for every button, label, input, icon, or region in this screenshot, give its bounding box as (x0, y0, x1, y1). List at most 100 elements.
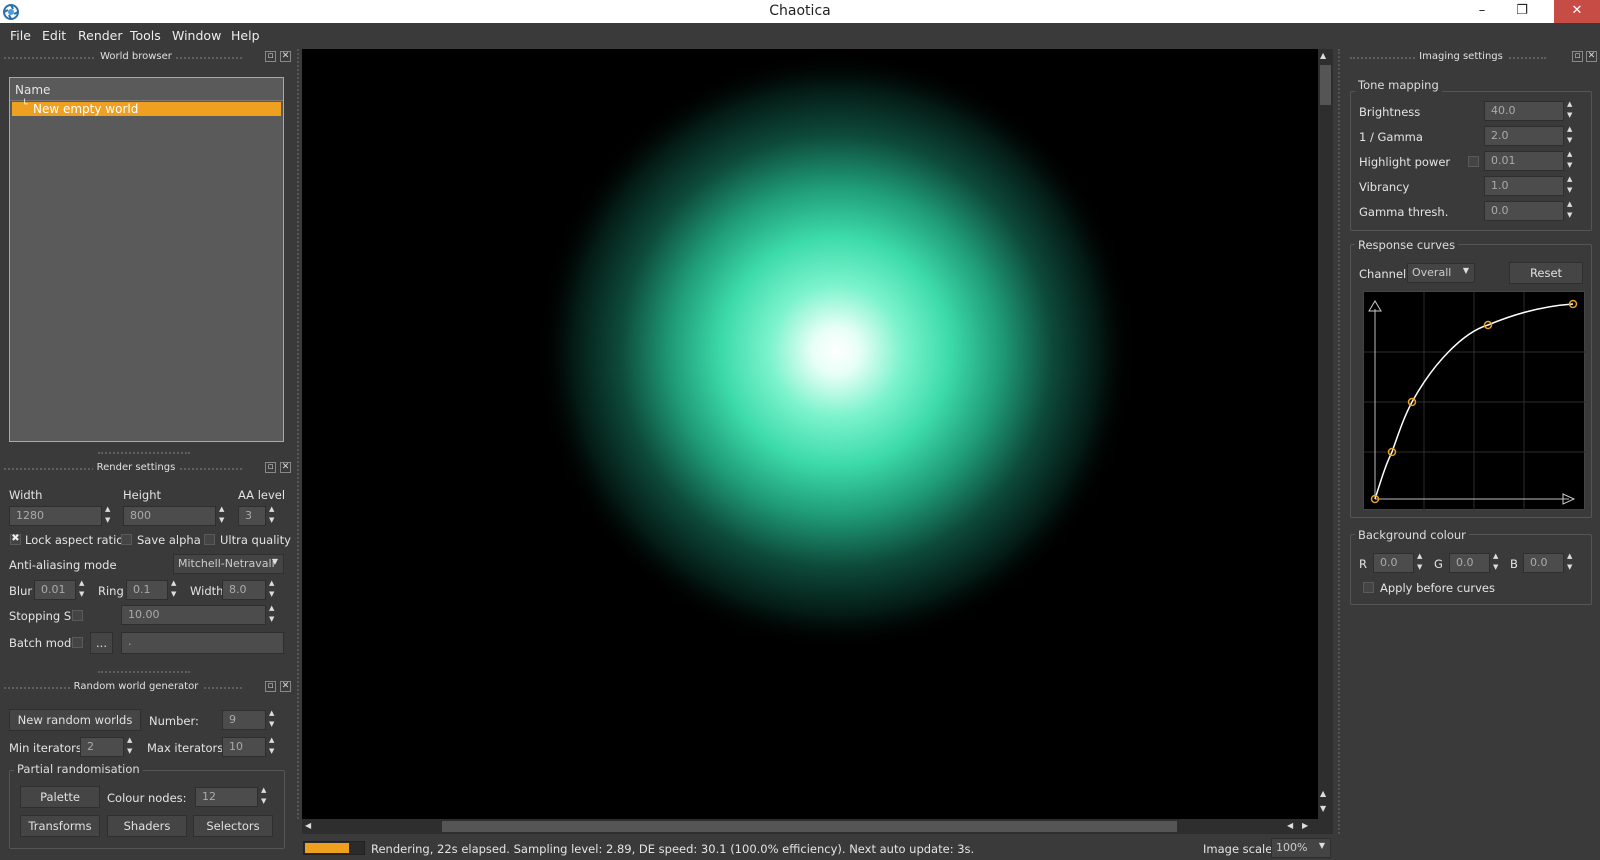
number-spinner[interactable] (268, 709, 280, 730)
highlight-power-checkbox[interactable] (1468, 156, 1479, 167)
close-panel-icon[interactable]: ✕ (280, 681, 291, 692)
width-spinner[interactable] (104, 505, 116, 526)
width-input[interactable]: 1280 (9, 506, 102, 526)
world-browser-tree[interactable]: Name └ New empty world (9, 77, 284, 442)
stopping-sl-input[interactable]: 10.00 (121, 605, 266, 625)
dock-splitter[interactable] (1338, 49, 1341, 834)
menu-edit[interactable]: Edit (42, 28, 66, 43)
gamma-input[interactable]: 2.0 (1484, 126, 1564, 146)
header-divider (10, 100, 283, 101)
aa-level-spinner[interactable] (268, 505, 280, 526)
filter-width-spinner[interactable] (268, 579, 280, 600)
splitter-handle[interactable] (98, 452, 190, 454)
blue-input[interactable]: 0.0 (1523, 553, 1564, 573)
height-input[interactable]: 800 (123, 506, 216, 526)
horizontal-scroll-thumb[interactable] (442, 821, 1177, 832)
tone-mapping-label: Tone mapping (1355, 78, 1442, 92)
close-panel-icon[interactable]: ✕ (280, 51, 291, 62)
scroll-right-icon[interactable]: ▶ (1302, 821, 1308, 830)
vertical-scrollbar[interactable]: ▲ ▲ ▼ (1318, 49, 1333, 819)
palette-button[interactable]: Palette (20, 786, 100, 808)
blue-spinner[interactable] (1566, 552, 1578, 573)
stopping-sl-checkbox[interactable] (72, 610, 83, 621)
transforms-button[interactable]: Transforms (20, 815, 100, 837)
splitter-handle[interactable] (98, 671, 190, 673)
menu-tools[interactable]: Tools (130, 28, 161, 43)
batch-mode-checkbox[interactable] (72, 637, 83, 648)
reset-curves-button[interactable]: Reset (1509, 262, 1583, 284)
brightness-spinner[interactable] (1566, 100, 1578, 121)
vibrancy-spinner[interactable] (1566, 175, 1578, 196)
height-spinner[interactable] (218, 505, 230, 526)
max-iterators-input[interactable]: 10 (222, 737, 266, 757)
green-spinner[interactable] (1492, 552, 1504, 573)
float-panel-icon[interactable]: ▫ (1572, 51, 1583, 62)
aa-mode-select[interactable]: Mitchell-Netravali ▼ (173, 554, 284, 574)
min-iterators-input[interactable]: 2 (80, 737, 124, 757)
gamma-threshold-spinner[interactable] (1566, 200, 1578, 221)
image-scale-select[interactable]: 100% ▼ (1271, 838, 1331, 858)
shaders-button[interactable]: Shaders (107, 815, 187, 837)
ring-spinner[interactable] (170, 579, 182, 600)
float-panel-icon[interactable]: ▫ (265, 462, 276, 473)
scroll-left-icon[interactable]: ◀ (1287, 821, 1293, 830)
response-curve-editor[interactable] (1363, 291, 1586, 511)
width-label: Width (9, 488, 43, 502)
number-input[interactable]: 9 (222, 710, 266, 730)
min-iterators-spinner[interactable] (126, 736, 138, 757)
batch-path-input[interactable]: . (121, 632, 284, 654)
highlight-power-spinner[interactable] (1566, 150, 1578, 171)
float-panel-icon[interactable]: ▫ (265, 681, 276, 692)
dock-splitter[interactable] (297, 49, 300, 819)
horizontal-scrollbar[interactable]: ◀ ◀ ▶ (302, 819, 1333, 834)
restore-button[interactable]: ❐ (1507, 0, 1537, 23)
list-item[interactable]: └ New empty world (12, 100, 281, 116)
vibrancy-input[interactable]: 1.0 (1484, 176, 1564, 196)
lock-aspect-checkbox[interactable]: ✖ (10, 534, 21, 545)
scroll-up-icon[interactable]: ▲ (1320, 51, 1326, 60)
blur-input[interactable]: 0.01 (34, 580, 76, 600)
colour-nodes-spinner[interactable] (260, 786, 272, 807)
colour-nodes-label: Colour nodes: (107, 791, 187, 805)
menu-file[interactable]: File (10, 28, 31, 43)
brightness-label: Brightness (1359, 105, 1421, 119)
close-panel-icon[interactable]: ✕ (1586, 51, 1597, 62)
number-label: Number: (149, 714, 199, 728)
max-iterators-spinner[interactable] (268, 736, 280, 757)
green-input[interactable]: 0.0 (1449, 553, 1490, 573)
colour-nodes-input[interactable]: 12 (195, 787, 258, 807)
lock-aspect-label: Lock aspect ratio (25, 533, 124, 547)
stopping-sl-spinner[interactable] (268, 604, 280, 625)
scroll-left-icon[interactable]: ◀ (305, 821, 311, 830)
channel-select[interactable]: Overall ▼ (1407, 263, 1475, 283)
gamma-threshold-input[interactable]: 0.0 (1484, 201, 1564, 221)
float-panel-icon[interactable]: ▫ (265, 51, 276, 62)
response-curve-graph (1364, 292, 1586, 511)
apply-before-curves-checkbox[interactable] (1363, 582, 1374, 593)
menu-render[interactable]: Render (78, 28, 123, 43)
save-alpha-checkbox[interactable] (121, 534, 132, 545)
ring-input[interactable]: 0.1 (126, 580, 168, 600)
close-window-button[interactable]: ✕ (1554, 0, 1600, 23)
red-input[interactable]: 0.0 (1373, 553, 1414, 573)
batch-browse-button[interactable]: ... (90, 632, 113, 654)
brightness-input[interactable]: 40.0 (1484, 101, 1564, 121)
render-viewport[interactable] (302, 49, 1318, 819)
scroll-down-icon[interactable]: ▼ (1320, 804, 1326, 813)
vertical-scroll-thumb[interactable] (1320, 65, 1331, 105)
aa-level-input[interactable]: 3 (238, 506, 266, 526)
selectors-button[interactable]: Selectors (193, 815, 273, 837)
gamma-spinner[interactable] (1566, 125, 1578, 146)
menu-window[interactable]: Window (172, 28, 221, 43)
blur-spinner[interactable] (78, 579, 90, 600)
red-spinner[interactable] (1416, 552, 1428, 573)
minimize-button[interactable]: – (1467, 0, 1497, 23)
highlight-power-input[interactable]: 0.01 (1484, 151, 1564, 171)
world-browser-title: World browser (0, 49, 272, 65)
scroll-up-icon[interactable]: ▲ (1320, 789, 1326, 798)
menu-help[interactable]: Help (231, 28, 260, 43)
close-panel-icon[interactable]: ✕ (280, 462, 291, 473)
filter-width-input[interactable]: 8.0 (222, 580, 266, 600)
ultra-quality-checkbox[interactable] (204, 534, 215, 545)
new-random-worlds-button[interactable]: New random worlds (9, 709, 141, 731)
